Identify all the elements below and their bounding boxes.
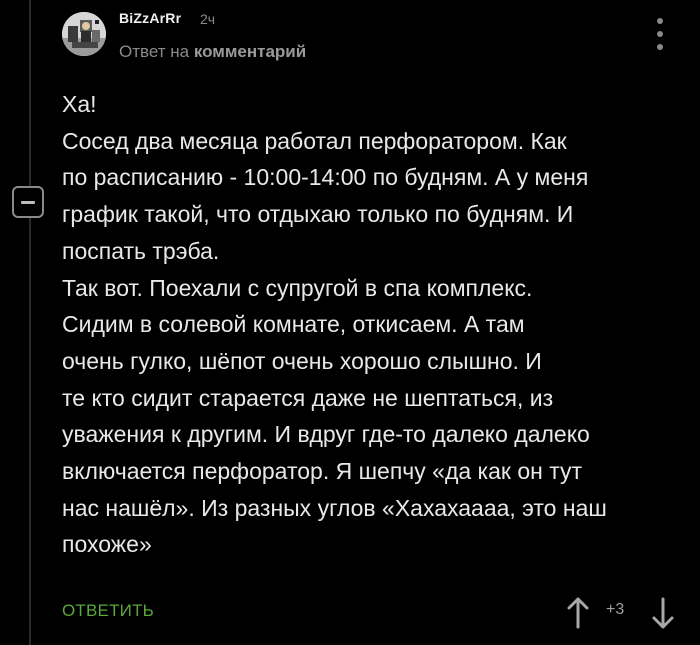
arrow-down-icon: [652, 597, 674, 629]
comment-line: похоже»: [62, 531, 152, 558]
comment-line: поспать трэба.: [62, 237, 220, 264]
author-name[interactable]: BiZzArRr: [119, 10, 181, 26]
comment-line: Сосед два месяца работал перфоратором. К…: [62, 127, 567, 154]
comment-line: те кто сидит старается даже не шептаться…: [62, 384, 554, 411]
vertical-dots-icon-dot: [657, 44, 663, 50]
comment-line: Сидим в солевой комнате, откисаем. А там: [62, 311, 525, 338]
comment-rating: +3: [606, 601, 625, 618]
comment-line: Так вот. Поехали с супругой в спа компле…: [62, 274, 533, 301]
reply-to-prefix: Ответ на: [119, 42, 190, 61]
comment-line: включается перфоратор. Я шепчу «да как о…: [62, 458, 583, 485]
arrow-up-icon: [567, 597, 589, 629]
upvote-button[interactable]: [565, 596, 591, 630]
comment-body: Ха! Сосед два месяца работал перфораторо…: [62, 86, 690, 563]
vertical-dots-icon: [657, 18, 663, 24]
collapse-thread-button[interactable]: [12, 186, 44, 218]
thread-line: [29, 0, 31, 645]
vertical-dots-icon-dot: [657, 31, 663, 37]
minus-icon: [21, 200, 35, 204]
avatar[interactable]: [62, 12, 106, 56]
comment-line: уважения к другим. И вдруг где-то далеко…: [62, 421, 590, 448]
comment-line: по расписанию - 10:00-14:00 по будням. А…: [62, 164, 589, 191]
comment-time: 2ч: [200, 11, 216, 27]
reply-to-info: Ответ на комментарий: [119, 42, 306, 62]
comment-line: Ха!: [62, 91, 97, 117]
comment-line: график такой, что отдыхаю только по будн…: [62, 201, 574, 228]
comment-line: нас нашёл». Из разных углов «Хахахаааа, …: [62, 494, 607, 521]
comment-line: очень гулко, шёпот очень хорошо слышно. …: [62, 347, 542, 374]
reply-button[interactable]: ОТВЕТИТЬ: [62, 601, 154, 621]
reply-to-link[interactable]: комментарий: [194, 42, 306, 61]
more-options-button[interactable]: [650, 18, 670, 50]
avatar-image: [62, 12, 106, 56]
downvote-button[interactable]: [650, 596, 676, 630]
